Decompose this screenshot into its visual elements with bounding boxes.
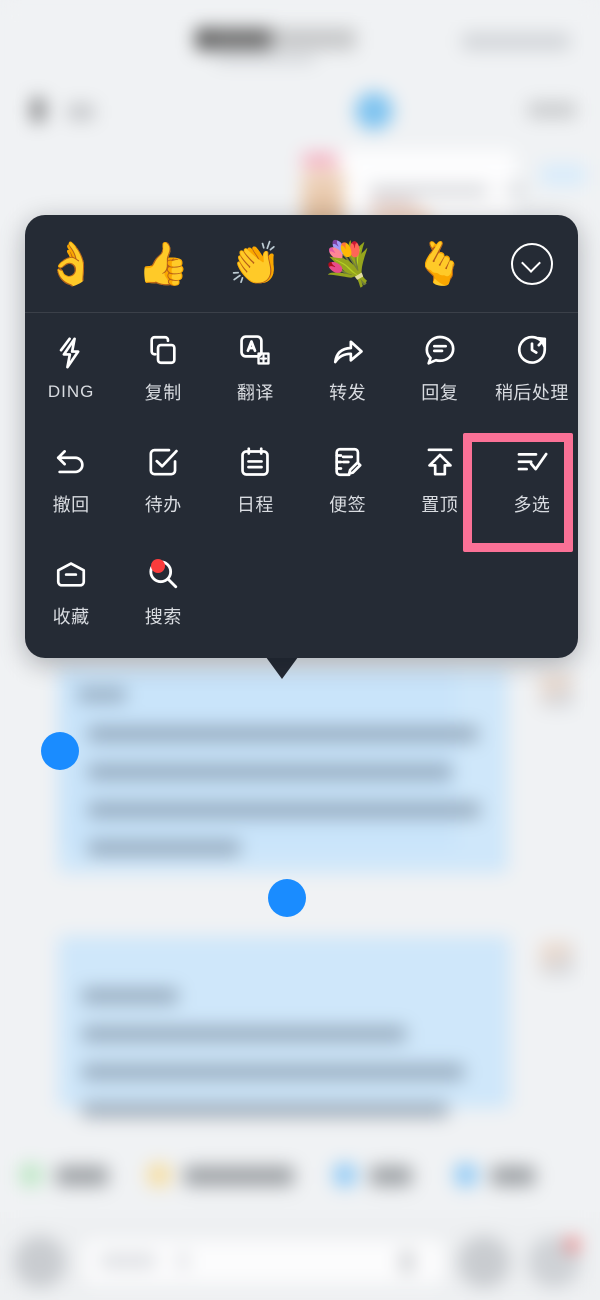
nav-action-blurred[interactable] <box>528 102 576 118</box>
emoji-button[interactable] <box>458 1236 510 1288</box>
bubble2-line <box>82 1102 448 1118</box>
input-caret-blurred <box>178 1252 188 1270</box>
favorite-folder-icon <box>54 557 88 591</box>
avatar-blue-blurred <box>355 92 393 130</box>
context-menu-panel: 👌 👍 👏 💐 🫰 DING 复制 翻译 转发 回复 稍后处理 撤回 待办 日程… <box>25 215 578 658</box>
bubble1-line <box>88 802 480 818</box>
menu-item-label: 复制 <box>144 383 182 403</box>
menu-item-label: 待办 <box>144 495 182 515</box>
selection-handle-start[interactable] <box>41 732 79 770</box>
menu-item-search[interactable]: 搜索 <box>117 537 209 649</box>
lightning-icon <box>54 336 88 370</box>
avatar[interactable] <box>540 674 574 708</box>
menu-item-label: DING <box>47 382 95 401</box>
quick-chip-label[interactable] <box>370 1166 412 1186</box>
menu-item-label: 撤回 <box>52 495 90 515</box>
menu-item-schedule[interactable]: 日程 <box>209 425 301 537</box>
menu-item-reply[interactable]: 回复 <box>394 313 486 425</box>
menu-item-label: 置顶 <box>421 495 459 515</box>
message-bubble[interactable] <box>58 936 510 1108</box>
forward-icon <box>331 333 365 367</box>
reply-icon <box>423 333 457 367</box>
todo-check-icon <box>146 445 180 479</box>
product-card-meta-blurred <box>504 186 526 194</box>
chevron-down-icon <box>510 242 553 285</box>
flower-hand-emoji[interactable]: 💐 <box>302 215 394 312</box>
chat-title-blurred <box>196 28 356 50</box>
finger-heart-emoji[interactable]: 🫰 <box>394 215 486 312</box>
menu-item-pin-top[interactable]: 置顶 <box>394 425 486 537</box>
thumbs-up-emoji[interactable]: 👍 <box>117 215 209 312</box>
chat-chip-blurred <box>540 164 586 186</box>
menu-item-copy[interactable]: 复制 <box>117 313 209 425</box>
menu-item-label: 多选 <box>513 495 551 515</box>
chat-subtitle-blurred <box>215 55 315 63</box>
copy-icon <box>146 333 180 367</box>
bubble2-line <box>82 988 178 1004</box>
menu-item-forward[interactable]: 转发 <box>302 313 394 425</box>
menu-row: DING 复制 翻译 转发 回复 稍后处理 <box>25 313 578 425</box>
multi-select-icon <box>515 445 549 479</box>
quick-chip-label[interactable] <box>56 1166 108 1186</box>
calendar-icon <box>238 445 272 479</box>
menu-item-note[interactable]: 便签 <box>302 425 394 537</box>
clapping-hands-emoji[interactable]: 👏 <box>209 215 301 312</box>
note-edit-icon <box>331 445 365 479</box>
menu-grid: DING 复制 翻译 转发 回复 稍后处理 撤回 待办 日程 便签 置顶 多选 … <box>25 313 578 649</box>
quick-chip-icon <box>20 1164 42 1186</box>
menu-row: 收藏 搜索 <box>25 537 578 649</box>
clock-later-icon <box>515 333 549 367</box>
pin-top-icon <box>423 445 457 479</box>
menu-item-favorite[interactable]: 收藏 <box>25 537 117 649</box>
more-button-badge <box>566 1238 579 1251</box>
app-screen: 七天无理由退换 15:23 <box>0 0 600 1300</box>
bubble2-line <box>82 1064 464 1080</box>
quick-chip-icon <box>148 1164 170 1186</box>
menu-item-label: 转发 <box>329 383 367 403</box>
avatar[interactable] <box>540 942 574 976</box>
input-avatar-button[interactable] <box>14 1236 66 1288</box>
attachment-icon[interactable] <box>400 1250 414 1274</box>
menu-item-label: 翻译 <box>236 383 274 403</box>
menu-item-translate[interactable]: 翻译 <box>209 313 301 425</box>
menu-item-label: 便签 <box>329 495 367 515</box>
nav-secondary-blurred[interactable] <box>68 104 94 120</box>
menu-item-label: 日程 <box>236 495 274 515</box>
nav-right-blurred <box>462 33 570 50</box>
menu-item-label: 稍后处理 <box>494 383 569 403</box>
bubble1-line <box>78 688 126 702</box>
undo-icon <box>54 445 88 479</box>
quick-chip-icon <box>334 1164 356 1186</box>
expand-reactions-button[interactable] <box>486 215 578 312</box>
menu-item-handle-later[interactable]: 稍后处理 <box>486 313 578 425</box>
menu-item-multi-select[interactable]: 多选 <box>486 425 578 537</box>
ok-hand-emoji[interactable]: 👌 <box>25 215 117 312</box>
product-card-price-blurred <box>370 200 416 208</box>
back-arrow-blurred[interactable] <box>32 98 44 122</box>
menu-row: 撤回 待办 日程 便签 置顶 多选 <box>25 425 578 537</box>
bubble1-line <box>88 726 478 742</box>
quick-chip-label[interactable] <box>491 1166 535 1186</box>
menu-item-ding[interactable]: DING <box>25 313 117 425</box>
menu-item-recall[interactable]: 撤回 <box>25 425 117 537</box>
reaction-row: 👌 👍 👏 💐 🫰 <box>25 215 578 312</box>
menu-item-label: 回复 <box>421 383 459 403</box>
menu-item-todo[interactable]: 待办 <box>117 425 209 537</box>
product-card-banner <box>302 153 338 167</box>
bubble2-line <box>82 1026 406 1042</box>
input-placeholder-blurred <box>100 1254 156 1268</box>
menu-item-label: 收藏 <box>52 607 90 627</box>
selection-handle-end[interactable] <box>268 879 306 917</box>
quick-chip-icon <box>455 1164 477 1186</box>
bubble1-line <box>88 840 240 856</box>
quick-chip-label[interactable] <box>184 1166 294 1186</box>
translate-icon <box>238 333 272 367</box>
bubble1-line <box>88 764 452 780</box>
menu-item-label: 搜索 <box>144 607 182 627</box>
product-card-title-blurred <box>370 186 488 195</box>
